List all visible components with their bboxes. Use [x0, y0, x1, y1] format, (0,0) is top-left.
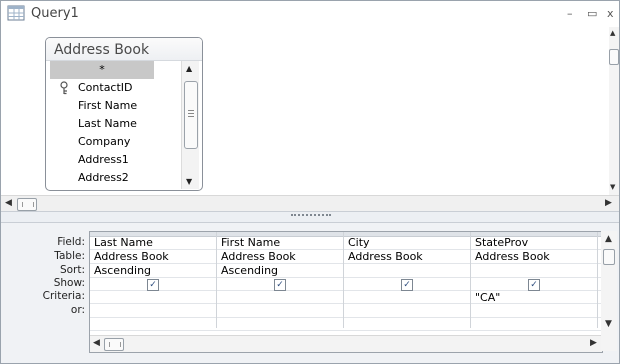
- field-item-address1[interactable]: Address1: [50, 151, 180, 169]
- field-item-contactid[interactable]: ContactID: [50, 79, 180, 97]
- sort-cell[interactable]: Ascending: [90, 264, 151, 277]
- title-bar[interactable]: Query1 – ▭ x: [1, 1, 619, 27]
- scroll-left-icon[interactable]: ◀: [93, 338, 100, 348]
- table-pane-horizontal-scrollbar[interactable]: ◀ ▶: [1, 195, 619, 212]
- field-item-company[interactable]: Company: [50, 133, 180, 151]
- scroll-down-icon[interactable]: ▼: [186, 177, 192, 186]
- table-pane[interactable]: Address Book * ContactID First Name Last…: [1, 27, 609, 195]
- show-checkbox[interactable]: ✓: [528, 279, 540, 291]
- scroll-right-icon[interactable]: ▶: [605, 198, 612, 208]
- splitter-grip[interactable]: [291, 214, 331, 219]
- field-cell[interactable]: First Name: [217, 236, 280, 249]
- row-label-or: or:: [70, 304, 85, 316]
- field-label: Company: [78, 135, 131, 148]
- table-cell[interactable]: Address Book: [344, 250, 423, 263]
- scroll-up-icon[interactable]: ▲: [186, 64, 192, 73]
- query-design-grid[interactable]: Last Name Address Book Ascending ✓ First…: [89, 231, 603, 353]
- row-label-criteria: Criteria:: [42, 290, 85, 302]
- minimize-button[interactable]: –: [567, 7, 573, 20]
- row-label-table: Table:: [54, 250, 85, 262]
- grid-column-first-name[interactable]: First Name Address Book Ascending ✓: [217, 232, 344, 328]
- field-list-header[interactable]: Address Book: [46, 38, 202, 61]
- or-cell[interactable]: [344, 304, 348, 317]
- sort-cell[interactable]: [471, 264, 475, 277]
- field-list-scrollbar[interactable]: ▲ ▼: [181, 61, 199, 189]
- scroll-right-icon[interactable]: ▶: [590, 338, 597, 348]
- field-item-address2[interactable]: Address2: [50, 169, 180, 187]
- field-list: * ContactID First Name Last Name Company…: [50, 61, 180, 187]
- close-button[interactable]: x: [607, 7, 614, 20]
- pane-splitter[interactable]: [1, 211, 619, 223]
- sort-cell[interactable]: Ascending: [217, 264, 278, 277]
- field-cell[interactable]: City: [344, 236, 370, 249]
- or-cell[interactable]: [90, 304, 94, 317]
- query-icon: [7, 5, 25, 21]
- criteria-cell[interactable]: "CA": [471, 291, 500, 304]
- scroll-down-icon[interactable]: ▼: [605, 319, 612, 329]
- row-label-field: Field:: [57, 236, 85, 248]
- scroll-thumb[interactable]: [603, 249, 615, 265]
- row-label-sort: Sort:: [59, 264, 85, 276]
- scroll-down-icon[interactable]: ▼: [610, 183, 615, 191]
- field-list-title: Address Book: [54, 42, 150, 58]
- criteria-cell[interactable]: [217, 291, 221, 304]
- field-label: Last Name: [78, 117, 137, 130]
- restore-button[interactable]: ▭: [587, 7, 597, 20]
- scroll-thumb[interactable]: [184, 81, 198, 149]
- scroll-up-icon[interactable]: ▲: [610, 29, 615, 37]
- table-cell[interactable]: Address Book: [217, 250, 296, 263]
- grid-column-city[interactable]: City Address Book ✓: [344, 232, 471, 328]
- or-cell[interactable]: [217, 304, 221, 317]
- field-label: *: [99, 63, 105, 76]
- field-item-last-name[interactable]: Last Name: [50, 115, 180, 133]
- field-item-all[interactable]: *: [50, 61, 154, 79]
- scroll-thumb[interactable]: [609, 49, 619, 65]
- field-label: Address2: [78, 171, 129, 184]
- show-checkbox[interactable]: ✓: [274, 279, 286, 291]
- window-title: Query1: [31, 6, 79, 21]
- table-pane-vertical-scrollbar[interactable]: ▲ ▼: [609, 27, 619, 195]
- address-book-field-list[interactable]: Address Book * ContactID First Name Last…: [45, 37, 203, 191]
- criteria-cell[interactable]: [344, 291, 348, 304]
- primary-key-icon: [60, 81, 68, 95]
- field-cell[interactable]: Last Name: [90, 236, 153, 249]
- scroll-up-icon[interactable]: ▲: [605, 234, 612, 244]
- scroll-left-icon[interactable]: ◀: [5, 198, 12, 208]
- scroll-thumb[interactable]: [104, 338, 124, 351]
- or-cell[interactable]: [471, 304, 475, 317]
- field-label: First Name: [78, 99, 138, 112]
- design-grid-horizontal-scrollbar[interactable]: ◀ ▶: [90, 335, 602, 352]
- field-cell[interactable]: StateProv: [471, 236, 528, 249]
- design-grid-vertical-scrollbar[interactable]: ▲ ▼: [601, 231, 617, 351]
- row-label-show: Show:: [53, 277, 85, 289]
- show-checkbox[interactable]: ✓: [401, 279, 413, 291]
- design-grid-pane: Field: Table: Sort: Show: Criteria: or: …: [1, 223, 619, 363]
- show-checkbox[interactable]: ✓: [147, 279, 159, 291]
- query-window: Query1 – ▭ x Address Book * ContactID Fi…: [0, 0, 620, 364]
- scroll-thumb[interactable]: [17, 198, 37, 211]
- table-cell[interactable]: Address Book: [471, 250, 550, 263]
- field-label: ContactID: [78, 81, 133, 94]
- grid-column-last-name[interactable]: Last Name Address Book Ascending ✓: [90, 232, 217, 328]
- field-label: Address1: [78, 153, 129, 166]
- table-cell[interactable]: Address Book: [90, 250, 169, 263]
- criteria-cell[interactable]: [90, 291, 94, 304]
- sort-cell[interactable]: [344, 264, 348, 277]
- grid-column-stateprov[interactable]: StateProv Address Book ✓ "CA": [471, 232, 598, 328]
- field-item-first-name[interactable]: First Name: [50, 97, 180, 115]
